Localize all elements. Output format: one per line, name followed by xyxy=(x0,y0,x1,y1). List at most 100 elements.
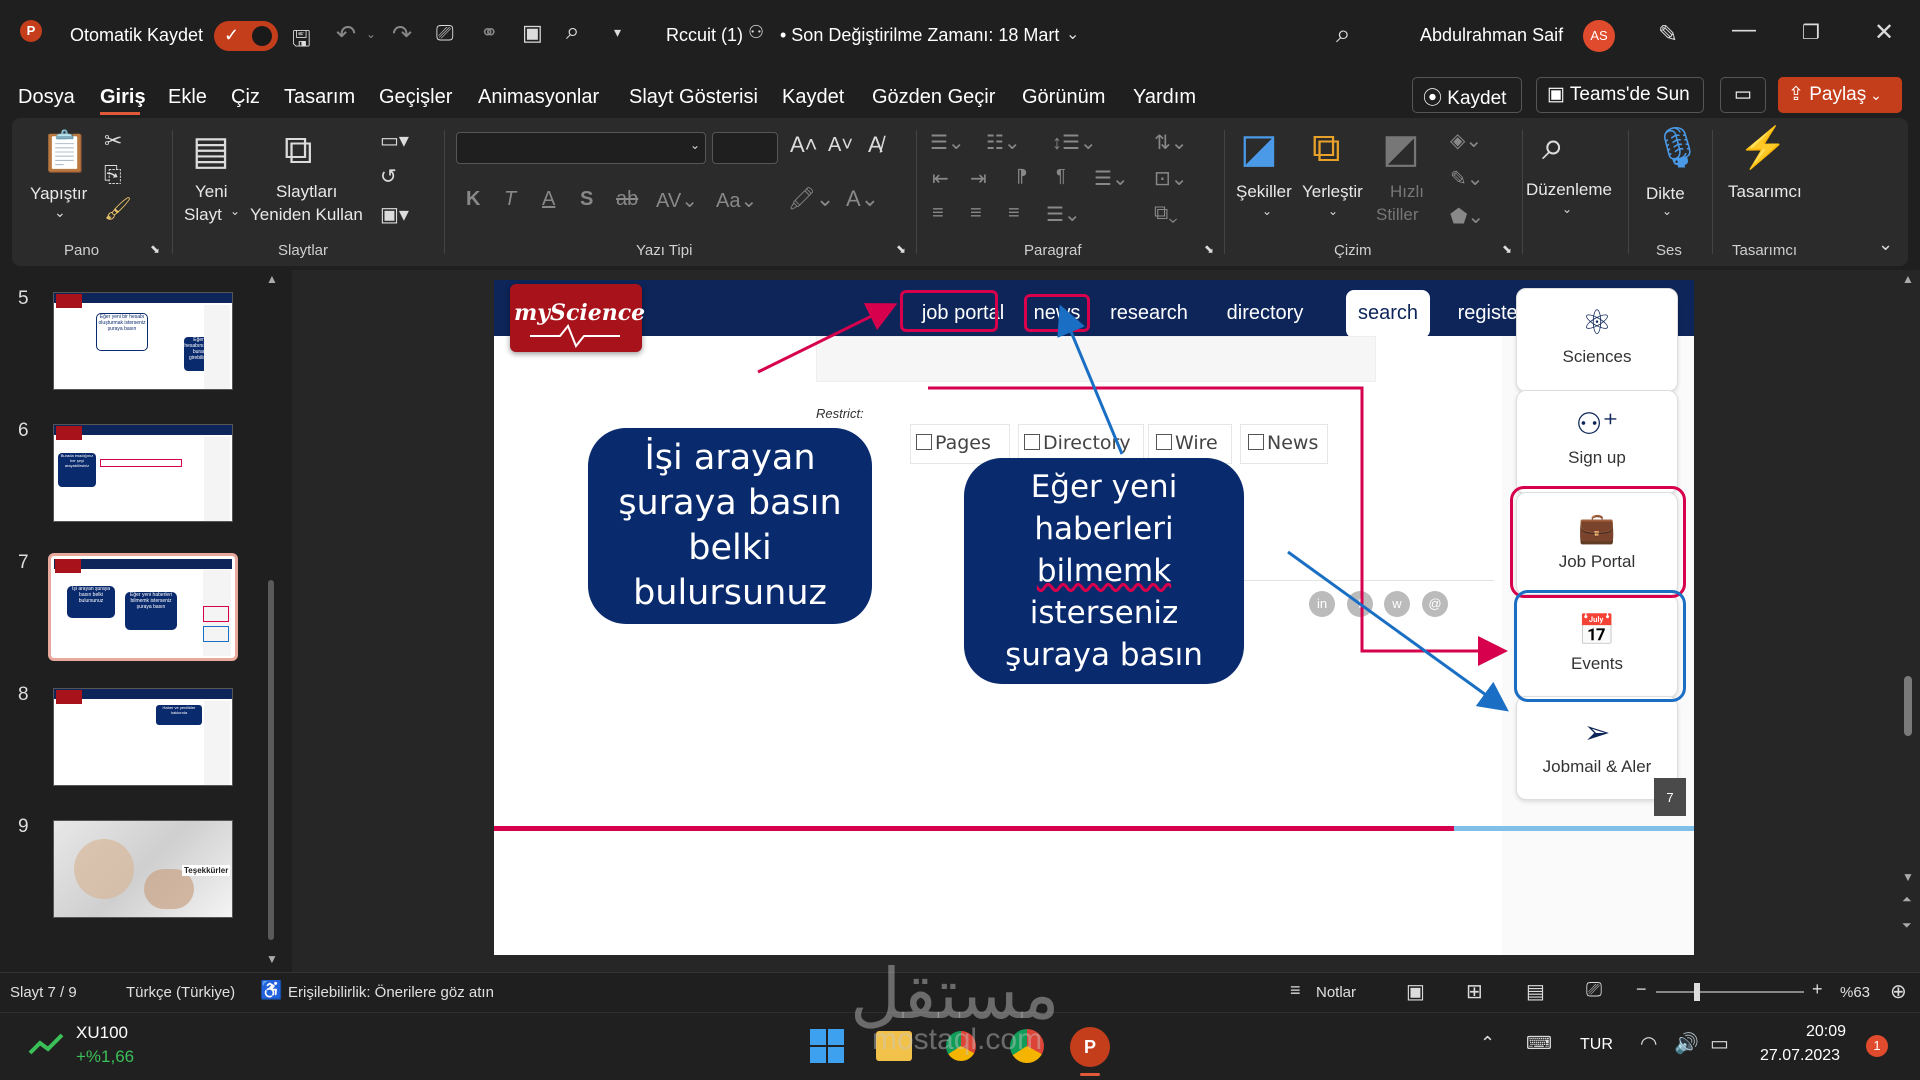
chevron-down-icon[interactable]: ⌄ xyxy=(1066,24,1079,44)
reuse-slides-icon[interactable]: ⧉ xyxy=(284,128,313,173)
close-icon[interactable]: ✕ xyxy=(1874,18,1894,47)
smartart-icon[interactable]: ⧉⌄ xyxy=(1154,202,1178,225)
undo-dropdown-icon[interactable]: ⌄ xyxy=(366,27,376,41)
previous-slide-icon[interactable]: ⏶ xyxy=(1902,892,1912,907)
highlight-icon[interactable]: 🖍⌄ xyxy=(788,186,834,212)
effects-icon[interactable]: ⬟⌄ xyxy=(1450,204,1484,229)
link-icon[interactable]: ⚭ xyxy=(480,20,498,46)
stock-chart-icon[interactable] xyxy=(28,1031,64,1059)
pen-icon[interactable]: ✎ xyxy=(1658,20,1678,49)
avatar[interactable]: AS xyxy=(1583,20,1615,52)
chevron-down-icon[interactable]: ⌄ xyxy=(1662,204,1672,218)
quick-styles-label-2[interactable]: Stiller xyxy=(1376,203,1419,226)
microphone-icon[interactable]: 🎙 xyxy=(1652,124,1703,171)
callout-right[interactable]: Eğer yeni haberleri bilmemk isterseniz ş… xyxy=(964,458,1244,684)
quick-styles-label-1[interactable]: Hızlı xyxy=(1390,180,1424,203)
arrange-label[interactable]: Yerleştir xyxy=(1302,180,1363,203)
zoom-out-icon[interactable]: − xyxy=(1636,979,1647,1000)
share-button[interactable]: ⇪ Paylaş ⌄ xyxy=(1778,77,1902,113)
customize-qat-icon[interactable]: ▾ xyxy=(614,24,621,41)
copy-icon[interactable]: ⎘ xyxy=(104,162,122,188)
windows-start-icon[interactable] xyxy=(810,1029,844,1063)
slide-thumbnail-5[interactable]: Eğer yeni bir hesabı oluşturmak istersen… xyxy=(53,292,233,390)
scroll-up-icon[interactable]: ▲ xyxy=(1902,272,1914,286)
spacing-icon[interactable]: AV⌄ xyxy=(656,188,698,213)
reuse-slides-label-1[interactable]: Slaytları xyxy=(276,180,337,203)
slide-thumbnail-9[interactable]: Teşekkürler xyxy=(53,820,233,918)
present-icon[interactable]: ⎚ xyxy=(436,20,454,46)
designer-icon[interactable]: ⚡ xyxy=(1738,124,1788,171)
chevron-down-icon[interactable]: ⌄ xyxy=(1562,202,1572,216)
dialog-launcher-icon[interactable]: ⬊ xyxy=(150,242,160,256)
picture-icon[interactable]: ▣ xyxy=(522,20,543,46)
new-slide-label-2[interactable]: Slayt xyxy=(184,203,222,226)
callout-left[interactable]: İşi arayan şuraya basın belki bulursunuz xyxy=(588,428,872,624)
section-icon[interactable]: ▣▾ xyxy=(380,202,409,227)
ltr-icon[interactable]: ⁋ xyxy=(1016,166,1027,187)
numbering-icon[interactable]: ☷⌄ xyxy=(986,130,1021,155)
layout-icon[interactable]: ▭▾ xyxy=(380,128,409,153)
tab-ekle[interactable]: Ekle xyxy=(168,86,207,109)
teams-present-button[interactable]: ▣ Teams'de Sun xyxy=(1536,77,1704,113)
tab-slayt-gosterisi[interactable]: Slayt Gösterisi xyxy=(629,86,758,109)
bold-icon[interactable]: K xyxy=(466,188,480,211)
ticker-change[interactable]: +%1,66 xyxy=(76,1047,134,1067)
slide-thumbnail-8[interactable]: Haber ve yenilikler hakkında xyxy=(53,688,233,786)
tab-gecisler[interactable]: Geçişler xyxy=(379,86,452,109)
battery-icon[interactable]: ▭ xyxy=(1710,1031,1729,1056)
shadow-icon[interactable]: S xyxy=(580,188,593,211)
cut-icon[interactable]: ✂ xyxy=(104,128,122,154)
find-icon[interactable]: ⌕ xyxy=(1542,124,1564,169)
tab-ciz[interactable]: Çiz xyxy=(231,86,260,109)
align-right-icon[interactable]: ≡ xyxy=(1008,202,1020,225)
chevron-down-icon[interactable]: ⌄ xyxy=(1262,204,1272,218)
font-size-select[interactable] xyxy=(712,132,778,164)
normal-view-icon[interactable]: ▣ xyxy=(1406,979,1425,1004)
italic-icon[interactable]: T xyxy=(504,188,516,211)
shapes-icon[interactable]: ◪ xyxy=(1240,126,1278,172)
accessibility-status[interactable]: Erişilebilirlik: Önerilere göz atın xyxy=(288,984,494,1001)
zoom-slider-thumb[interactable] xyxy=(1694,983,1700,1001)
tab-dosya[interactable]: Dosya xyxy=(18,86,75,109)
slide-canvas[interactable]: myScience job portal news research direc… xyxy=(494,280,1694,955)
tab-tasarim[interactable]: Tasarım xyxy=(284,86,355,109)
scroll-up-icon[interactable]: ▲ xyxy=(266,272,278,286)
line-spacing-icon[interactable]: ↕☰⌄ xyxy=(1052,130,1097,155)
scroll-down-icon[interactable]: ▼ xyxy=(1902,870,1914,884)
reset-icon[interactable]: ↺ xyxy=(380,164,397,189)
search-icon[interactable]: ⌕ xyxy=(1336,18,1351,50)
reading-view-icon[interactable]: ▤ xyxy=(1526,979,1545,1004)
record-button[interactable]: ⦿ Kaydet xyxy=(1412,77,1522,113)
increase-indent-icon[interactable]: ⇥ xyxy=(970,166,987,191)
tab-gozden-gecir[interactable]: Gözden Geçir xyxy=(872,86,995,109)
paste-label[interactable]: Yapıştır xyxy=(30,182,87,205)
strikethrough-icon[interactable]: ab xyxy=(616,188,638,211)
slide-sorter-icon[interactable]: ⊞ xyxy=(1466,979,1483,1004)
tab-kaydet[interactable]: Kaydet xyxy=(782,86,844,109)
zoom-in-icon[interactable]: + xyxy=(1812,979,1823,1000)
change-case-icon[interactable]: Aa⌄ xyxy=(716,188,757,213)
collapse-ribbon-icon[interactable]: ⌄ xyxy=(1878,234,1893,255)
align-center-icon[interactable]: ≡ xyxy=(970,202,982,225)
tab-gorunum[interactable]: Görünüm xyxy=(1022,86,1105,109)
slideshow-icon[interactable]: ⎚ xyxy=(1586,979,1602,1002)
chevron-down-icon[interactable]: ⌄ xyxy=(690,138,700,152)
arrange-icon[interactable]: ⧉ xyxy=(1312,126,1341,171)
chevron-down-icon[interactable]: ⌄ xyxy=(1328,204,1338,218)
font-color-icon[interactable]: A⌄ xyxy=(846,186,879,212)
justify-icon[interactable]: ☰⌄ xyxy=(1046,202,1081,227)
zoom-slider[interactable] xyxy=(1656,991,1804,993)
clock-time[interactable]: 20:09 xyxy=(1806,1023,1846,1041)
format-painter-icon[interactable]: 🖌 xyxy=(104,196,132,222)
clear-format-icon[interactable]: A̸ xyxy=(868,132,883,158)
fit-to-window-icon[interactable]: ⊕ xyxy=(1890,979,1907,1004)
notes-button[interactable]: Notlar xyxy=(1316,984,1356,1001)
tab-yardim[interactable]: Yardım xyxy=(1133,86,1196,109)
underline-icon[interactable]: A xyxy=(542,188,555,211)
ticker-name[interactable]: XU100 xyxy=(76,1023,128,1043)
input-language[interactable]: TUR xyxy=(1580,1036,1613,1054)
new-slide-label-1[interactable]: Yeni xyxy=(195,180,227,203)
designer-label[interactable]: Tasarımcı xyxy=(1728,180,1802,203)
restore-icon[interactable]: ❐ xyxy=(1802,20,1820,45)
shapes-label[interactable]: Şekiller xyxy=(1236,180,1292,203)
